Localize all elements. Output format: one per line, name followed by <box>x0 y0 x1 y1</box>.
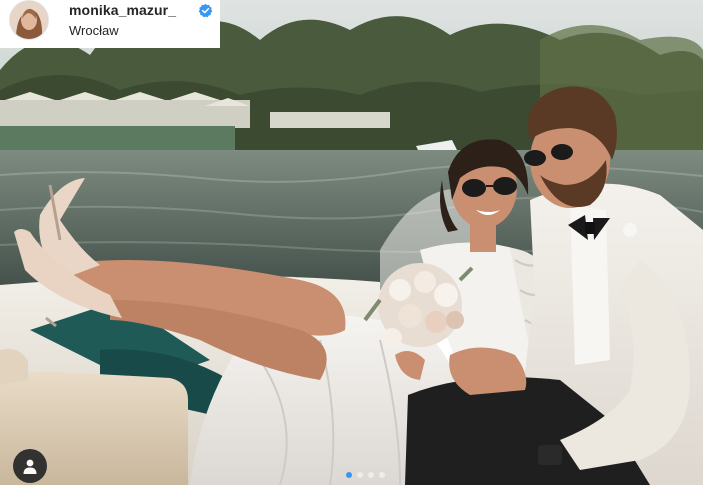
user-tag-icon <box>23 459 37 474</box>
instagram-post: monika_mazur_ Wrocław <box>0 0 703 485</box>
username-label[interactable]: monika_mazur_ <box>69 2 176 18</box>
carousel-indicator <box>346 472 385 478</box>
post-header: monika_mazur_ Wrocław <box>0 0 220 48</box>
carousel-dot[interactable] <box>357 472 363 478</box>
carousel-dot-active[interactable] <box>346 472 352 478</box>
user-tag-button[interactable] <box>13 449 47 483</box>
post-photo[interactable] <box>0 0 703 485</box>
location-label[interactable]: Wrocław <box>69 23 119 38</box>
carousel-dot[interactable] <box>379 472 385 478</box>
carousel-dot[interactable] <box>368 472 374 478</box>
profile-avatar[interactable] <box>9 0 49 40</box>
verified-badge-icon <box>198 3 213 18</box>
